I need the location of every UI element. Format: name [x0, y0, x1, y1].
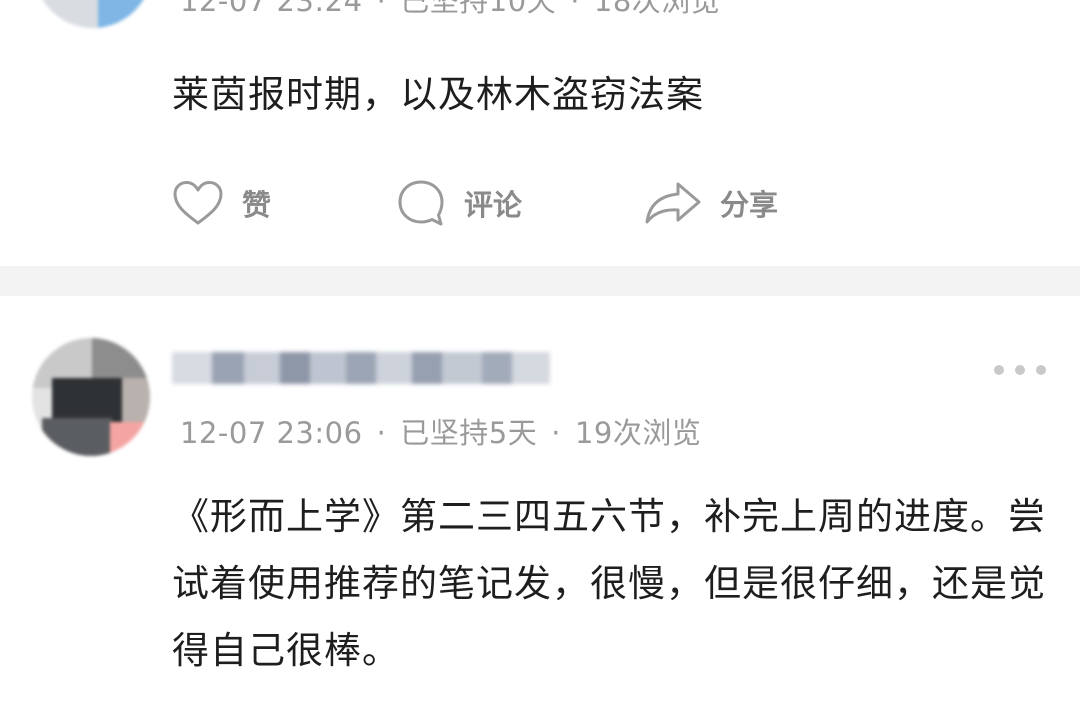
post-divider: [0, 266, 1080, 296]
post-card: 12-07 23:06 · 已坚持5天 · 19次浏览 《形而上学》第二三四五六节，补完…: [0, 296, 1080, 719]
like-button[interactable]: 赞: [172, 176, 271, 230]
meta-separator: ·: [551, 416, 561, 450]
post-timestamp: 12-07 23:06: [180, 416, 363, 450]
comment-label: 评论: [464, 188, 523, 222]
meta-separator: ·: [376, 0, 387, 18]
share-arrow-icon: [644, 180, 702, 226]
meta-separator: ·: [570, 0, 580, 18]
more-dots-icon: [1036, 365, 1046, 375]
post-actions: 赞 评论 分享: [172, 176, 872, 230]
more-dots-icon: [1015, 365, 1025, 375]
meta-separator: ·: [376, 416, 387, 450]
post-meta: 12-07 23:24 · 已坚持10天 · 18次浏览: [180, 0, 720, 20]
like-label: 赞: [242, 188, 272, 222]
view-count: 19次浏览: [574, 416, 702, 450]
username-blurred[interactable]: [172, 346, 550, 390]
avatar[interactable]: [32, 338, 150, 456]
heart-icon: [172, 179, 224, 227]
comment-bubble-icon: [396, 178, 446, 228]
post-timestamp: 12-07 23:24: [180, 0, 363, 18]
more-dots-icon: [994, 365, 1004, 375]
streak-days: 已坚持5天: [400, 416, 538, 450]
avatar[interactable]: [34, 0, 152, 28]
share-button[interactable]: 分享: [644, 176, 778, 230]
more-options-button[interactable]: [994, 362, 1046, 378]
comment-button[interactable]: 评论: [396, 176, 522, 230]
post-content[interactable]: 《形而上学》第二三四五六节，补完上周的进度。尝试着使用推荐的笔记发，很慢，但是很…: [172, 483, 1052, 684]
streak-days: 已坚持10天: [400, 0, 557, 18]
view-count: 18次浏览: [593, 0, 721, 18]
post-meta: 12-07 23:06 · 已坚持5天 · 19次浏览: [180, 410, 701, 452]
share-label: 分享: [720, 188, 779, 222]
post-content[interactable]: 莱茵报时期，以及林木盗窃法案: [172, 66, 1052, 124]
post-card: 12-07 23:24 · 已坚持10天 · 18次浏览 莱茵报时期，以及林木盗窃法案 …: [0, 0, 1080, 266]
